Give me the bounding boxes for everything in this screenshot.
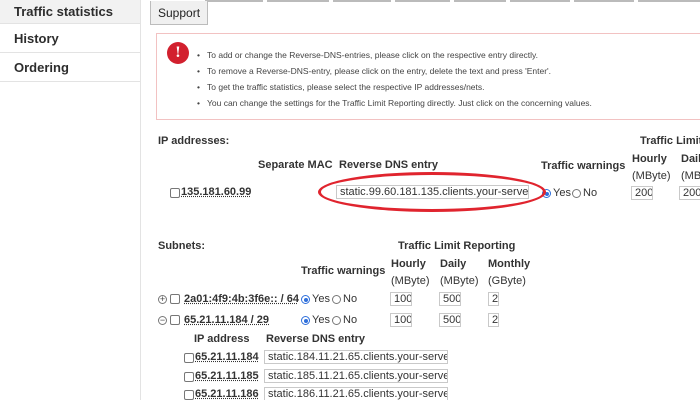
tab-edge[interactable] — [574, 0, 634, 2]
subnet-checkbox[interactable] — [170, 315, 180, 325]
warnings-no-label: No — [583, 187, 598, 199]
tab-edge[interactable] — [454, 0, 506, 2]
col-daily: Daily — [681, 153, 700, 165]
sidebar-item-history[interactable]: History — [0, 24, 140, 53]
tab-edge[interactable] — [638, 0, 700, 2]
subnet-daily-field[interactable]: 500 — [439, 292, 461, 306]
info-line: To get the traffic statistics, please se… — [197, 79, 592, 95]
info-box: ! To add or change the Reverse-DNS-entri… — [156, 33, 700, 120]
warnings-yes-label: Yes — [553, 187, 571, 199]
subnets-col-traffic-warnings: Traffic warnings — [301, 265, 386, 277]
subnet-warnings-no-label: No — [343, 314, 358, 326]
sub-ip-address[interactable]: 65.21.11.186 — [195, 388, 259, 400]
info-line: To add or change the Reverse-DNS-entries… — [197, 47, 592, 63]
subnets-col-monthly: Monthly — [488, 258, 531, 270]
warnings-yes-radio[interactable] — [542, 189, 551, 198]
ip-address[interactable]: 135.181.60.99 — [181, 186, 251, 198]
sub-col-ip: IP address — [194, 333, 250, 345]
subnets-unit-hourly: (MByte) — [391, 275, 430, 287]
info-line: To remove a Reverse-DNS-entry, please cl… — [197, 63, 592, 79]
subnet-monthly-field[interactable]: 2 — [488, 292, 499, 306]
subnet-warnings-yes-label: Yes — [312, 314, 330, 326]
sub-rdns-field[interactable]: static.186.11.21.65.clients.your-server.… — [264, 387, 448, 400]
col-reverse-dns: Reverse DNS entry — [339, 159, 439, 171]
tab-bar — [150, 0, 700, 2]
subnets-col-hourly: Hourly — [391, 258, 426, 270]
subnets-traffic-limit-header: Traffic Limit Reporting — [398, 240, 516, 252]
col-traffic-warnings: Traffic warnings — [541, 160, 626, 172]
col-separate-mac: Separate MAC — [258, 159, 333, 171]
rdns-field[interactable]: static.99.60.181.135.clients.your-server… — [336, 185, 529, 199]
subnet-warnings-no-radio[interactable] — [332, 316, 341, 325]
hourly-field[interactable]: 200 — [631, 186, 653, 200]
subnet-warnings-yes-radio[interactable] — [301, 295, 310, 304]
sub-ip-address[interactable]: 65.21.11.185 — [195, 370, 259, 382]
subnet-warnings-no-radio[interactable] — [332, 295, 341, 304]
subnet-hourly-field[interactable]: 100 — [390, 292, 412, 306]
sub-col-rdns: Reverse DNS entry — [266, 333, 366, 345]
tab-edge[interactable] — [205, 0, 263, 2]
col-hourly: Hourly — [632, 153, 667, 165]
tab-edge[interactable] — [395, 0, 450, 2]
subnet-daily-field[interactable]: 500 — [439, 313, 461, 327]
subnet-monthly-field[interactable]: 2 — [488, 313, 499, 327]
unit-hourly: (MByte) — [632, 170, 671, 182]
subnet-net[interactable]: 65.21.11.184 / 29 — [184, 314, 269, 326]
subnet-warnings-no-label: No — [343, 293, 358, 305]
sidebar-item-traffic-statistics[interactable]: Traffic statistics — [0, 0, 140, 24]
sub-ip-checkbox[interactable] — [184, 390, 194, 400]
sub-rdns-field[interactable]: static.184.11.21.65.clients.your-server.… — [264, 350, 448, 364]
sub-ip-address[interactable]: 65.21.11.184 — [195, 351, 259, 363]
daily-field[interactable]: 2000 — [679, 186, 700, 200]
subnet-net[interactable]: 2a01:4f9:4b:3f6e:: / 64 — [184, 293, 299, 305]
unit-daily: (MBy — [681, 170, 700, 182]
subnet-warnings-yes-radio[interactable] — [301, 316, 310, 325]
sidebar: Traffic statistics History Ordering — [0, 0, 141, 400]
tab-edge[interactable] — [267, 0, 329, 2]
subnet-warnings-yes-label: Yes — [312, 293, 330, 305]
ip-section-title: IP addresses: — [158, 135, 230, 147]
warnings-no-radio[interactable] — [572, 189, 581, 198]
subnet-checkbox[interactable] — [170, 294, 180, 304]
subnets-unit-daily: (MByte) — [440, 275, 479, 287]
subnets-title: Subnets: — [158, 240, 206, 252]
sub-ip-checkbox[interactable] — [184, 353, 194, 363]
subnets-col-daily: Daily — [440, 258, 467, 270]
tab-edge[interactable] — [510, 0, 570, 2]
info-icon: ! — [167, 42, 189, 64]
info-line: You can change the settings for the Traf… — [197, 95, 592, 111]
info-list: To add or change the Reverse-DNS-entries… — [197, 47, 592, 111]
tab-support[interactable]: Support — [150, 1, 209, 25]
tab-edge[interactable] — [333, 0, 391, 2]
sidebar-item-ordering[interactable]: Ordering — [0, 53, 140, 82]
traffic-limit-header: Traffic Limit R — [640, 135, 700, 147]
collapse-icon[interactable]: − — [158, 316, 167, 325]
ip-checkbox[interactable] — [170, 188, 180, 198]
sub-rdns-field[interactable]: static.185.11.21.65.clients.your-server.… — [264, 369, 448, 383]
expand-icon[interactable]: + — [158, 295, 167, 304]
sub-ip-checkbox[interactable] — [184, 372, 194, 382]
subnets-unit-monthly: (GByte) — [488, 275, 526, 287]
subnet-hourly-field[interactable]: 100 — [390, 313, 412, 327]
